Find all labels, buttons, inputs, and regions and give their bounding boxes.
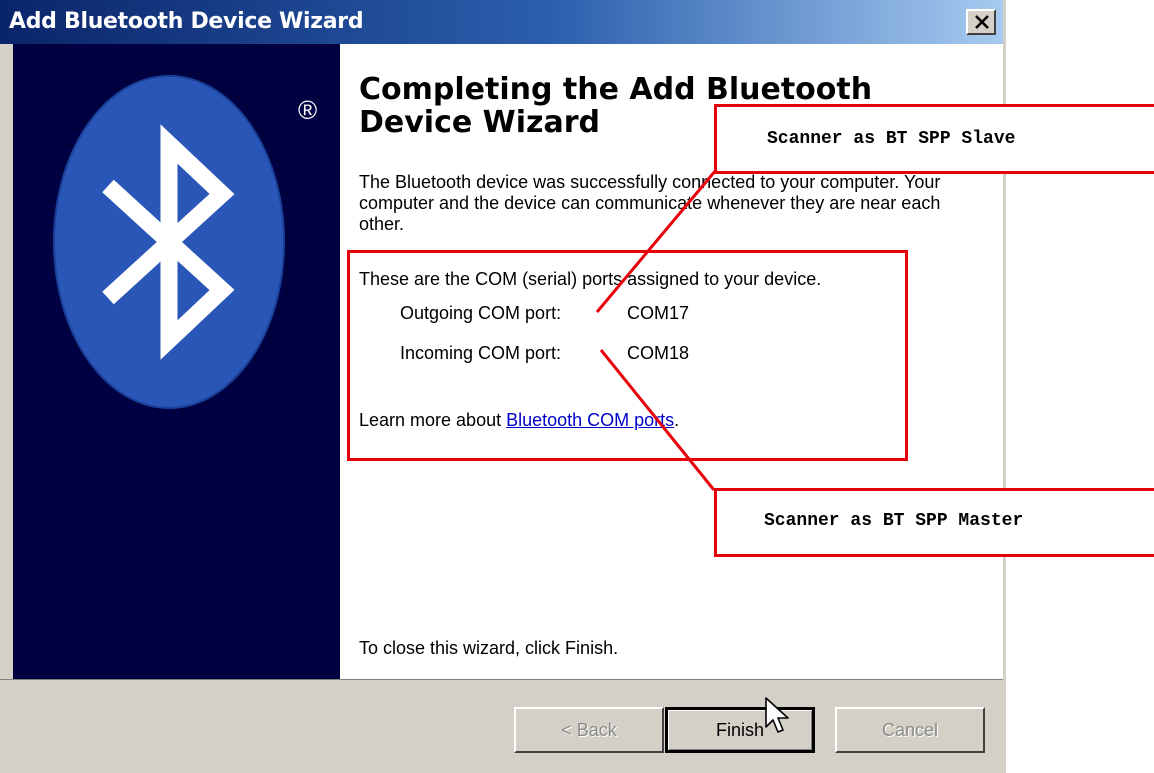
master-leader-line [599, 349, 716, 491]
slave-leader-line [595, 169, 718, 313]
slave-callout-text: Scanner as BT SPP Slave [767, 129, 1016, 149]
master-callout-text: Scanner as BT SPP Master [764, 511, 1024, 531]
slave-callout: Scanner as BT SPP Slave [714, 104, 1154, 174]
master-callout: Scanner as BT SPP Master [714, 488, 1154, 557]
